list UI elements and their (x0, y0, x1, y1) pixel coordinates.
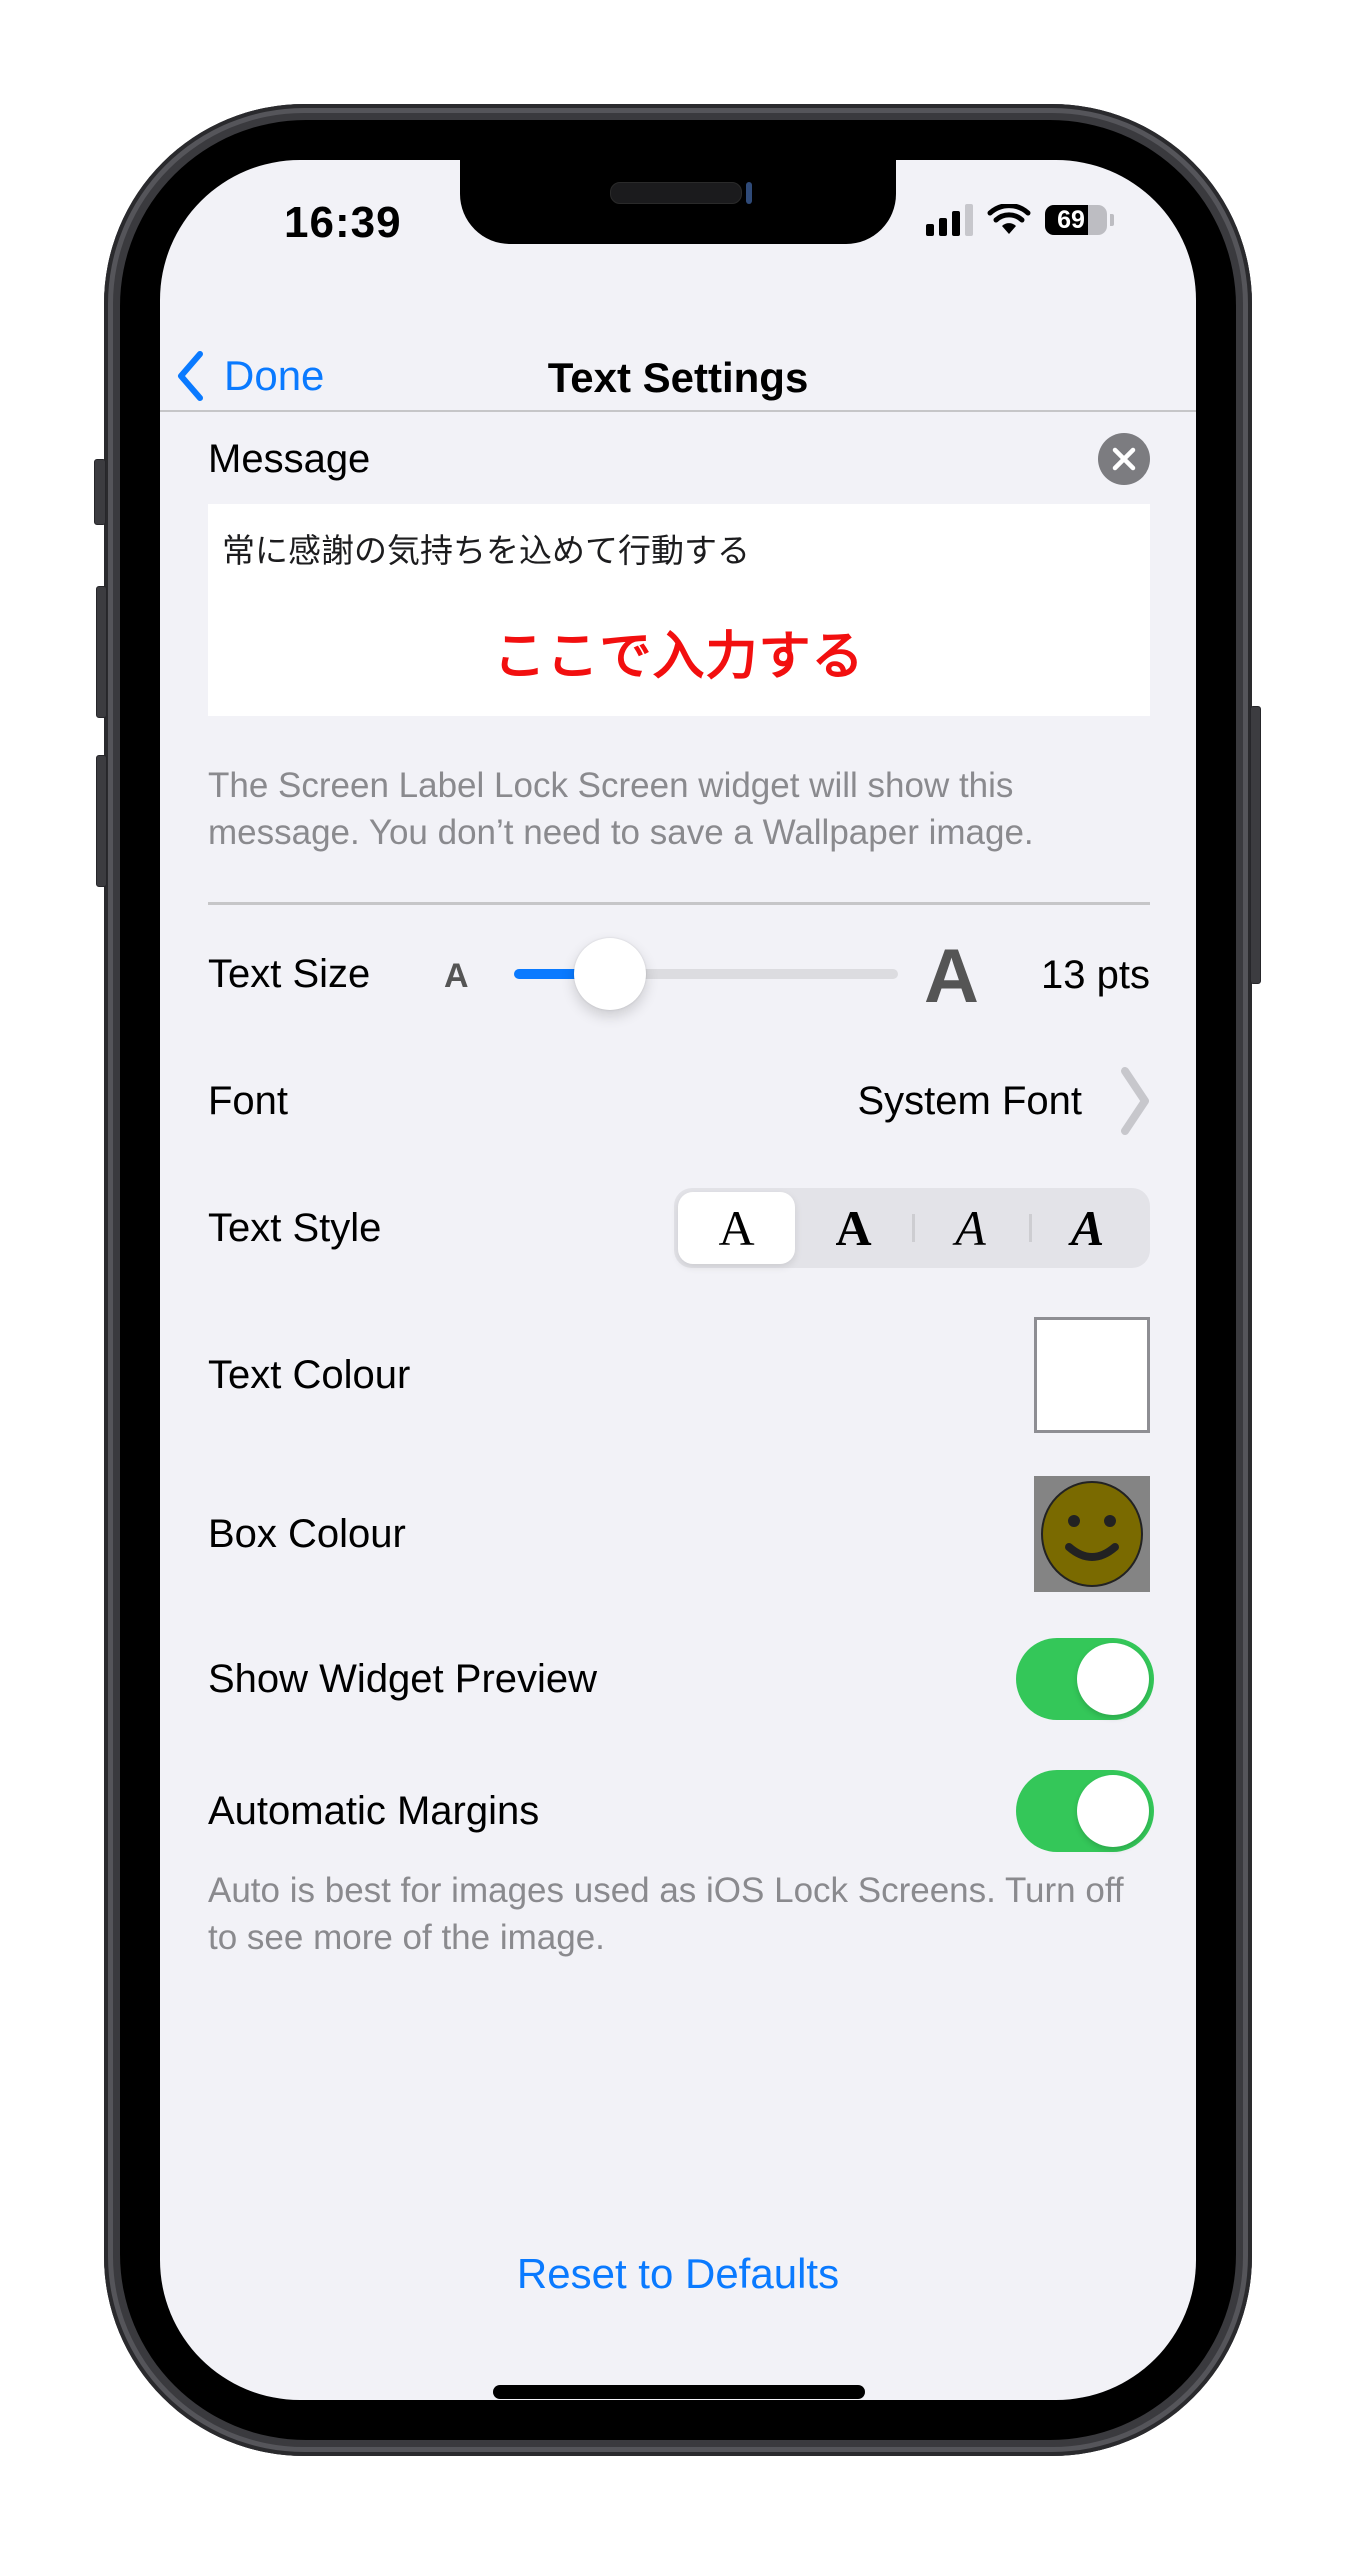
style-italic-segment[interactable]: A (912, 1192, 1029, 1264)
bold-glyph: A (835, 1200, 872, 1256)
text-colour-row: Text Colour (208, 1291, 1150, 1459)
chevron-right-icon (1121, 1067, 1149, 1135)
font-row[interactable]: Font System Font (208, 1037, 1150, 1165)
smiley-face-icon (1041, 1481, 1143, 1587)
style-bold-italic-segment[interactable]: A (1029, 1192, 1146, 1264)
small-text-icon: A (444, 957, 469, 995)
box-colour-row: Box Colour (208, 1459, 1150, 1609)
battery-icon: 69 (1045, 205, 1107, 235)
navigation-bar: Done Text Settings (160, 320, 1196, 412)
close-icon (1112, 447, 1136, 471)
wifi-icon (987, 204, 1031, 234)
message-label: Message (208, 436, 371, 481)
box-colour-label: Box Colour (208, 1511, 406, 1556)
text-style-label: Text Style (208, 1205, 382, 1250)
speaker-grille (610, 182, 742, 204)
toggle-knob (1077, 1775, 1149, 1847)
style-bold-segment[interactable]: A (795, 1192, 912, 1264)
slider-thumb[interactable] (574, 938, 646, 1010)
automatic-margins-toggle[interactable] (1016, 1770, 1154, 1852)
large-text-icon: A (924, 934, 979, 1019)
clear-message-button[interactable] (1098, 433, 1150, 485)
italic-glyph: A (955, 1200, 986, 1256)
status-time: 16:39 (284, 198, 402, 247)
toggle-knob (1077, 1643, 1149, 1715)
automatic-margins-label: Automatic Margins (208, 1788, 540, 1833)
text-size-slider[interactable] (514, 938, 898, 1010)
battery-tip (1110, 214, 1114, 226)
message-footnote: The Screen Label Lock Screen widget will… (208, 766, 1034, 852)
bold-italic-glyph: A (1070, 1200, 1105, 1256)
text-style-segmented-control: A A A A (674, 1188, 1150, 1268)
style-regular-segment[interactable]: A (678, 1192, 795, 1264)
notch (460, 160, 896, 244)
page-title: Text Settings (547, 354, 809, 401)
box-colour-swatch[interactable] (1034, 1476, 1150, 1592)
font-selector[interactable]: System Font (857, 1066, 1150, 1136)
font-label: Font (208, 1078, 289, 1123)
text-size-label: Text Size (208, 951, 371, 996)
section-divider (208, 902, 1150, 905)
settings-content: Message 常に感謝の気持ちを込めて行動する ここで入力する The Scr… (208, 410, 1154, 1961)
screen: 16:39 69 Done Text Settings Message 常に感謝… (160, 160, 1196, 2400)
show-widget-preview-row: Show Widget Preview (208, 1613, 1154, 1745)
action-button (94, 459, 106, 525)
show-widget-preview-toggle[interactable] (1016, 1638, 1154, 1720)
message-input[interactable]: 常に感謝の気持ちを込めて行動する ここで入力する (208, 504, 1150, 716)
automatic-margins-row: Automatic Margins (208, 1745, 1154, 1877)
regular-glyph: A (718, 1200, 755, 1256)
show-widget-preview-label: Show Widget Preview (208, 1656, 598, 1701)
front-camera (746, 182, 752, 204)
text-colour-swatch[interactable] (1034, 1317, 1150, 1433)
status-icons: 69 (926, 204, 1114, 236)
power-button (1250, 706, 1261, 984)
cellular-signal-icon (926, 204, 973, 236)
text-colour-label: Text Colour (208, 1352, 411, 1397)
message-header: Message (208, 410, 1150, 508)
annotation-overlay: ここで入力する (493, 628, 865, 686)
home-indicator (493, 2385, 865, 2399)
message-text: 常に感謝の気持ちを込めて行動する (222, 532, 750, 569)
reset-to-defaults-button[interactable]: Reset to Defaults (160, 2250, 1196, 2298)
margins-footnote: Auto is best for images used as iOS Lock… (208, 1871, 1124, 1957)
volume-down-button (96, 755, 107, 887)
volume-up-button (96, 586, 107, 718)
font-value: System Font (857, 1078, 1082, 1123)
battery-percent: 69 (1057, 206, 1085, 234)
text-style-row: Text Style A A A A (208, 1165, 1150, 1291)
text-size-value: 13 pts (1041, 953, 1150, 997)
text-size-row: Text Size A A 13 pts (208, 911, 1150, 1037)
